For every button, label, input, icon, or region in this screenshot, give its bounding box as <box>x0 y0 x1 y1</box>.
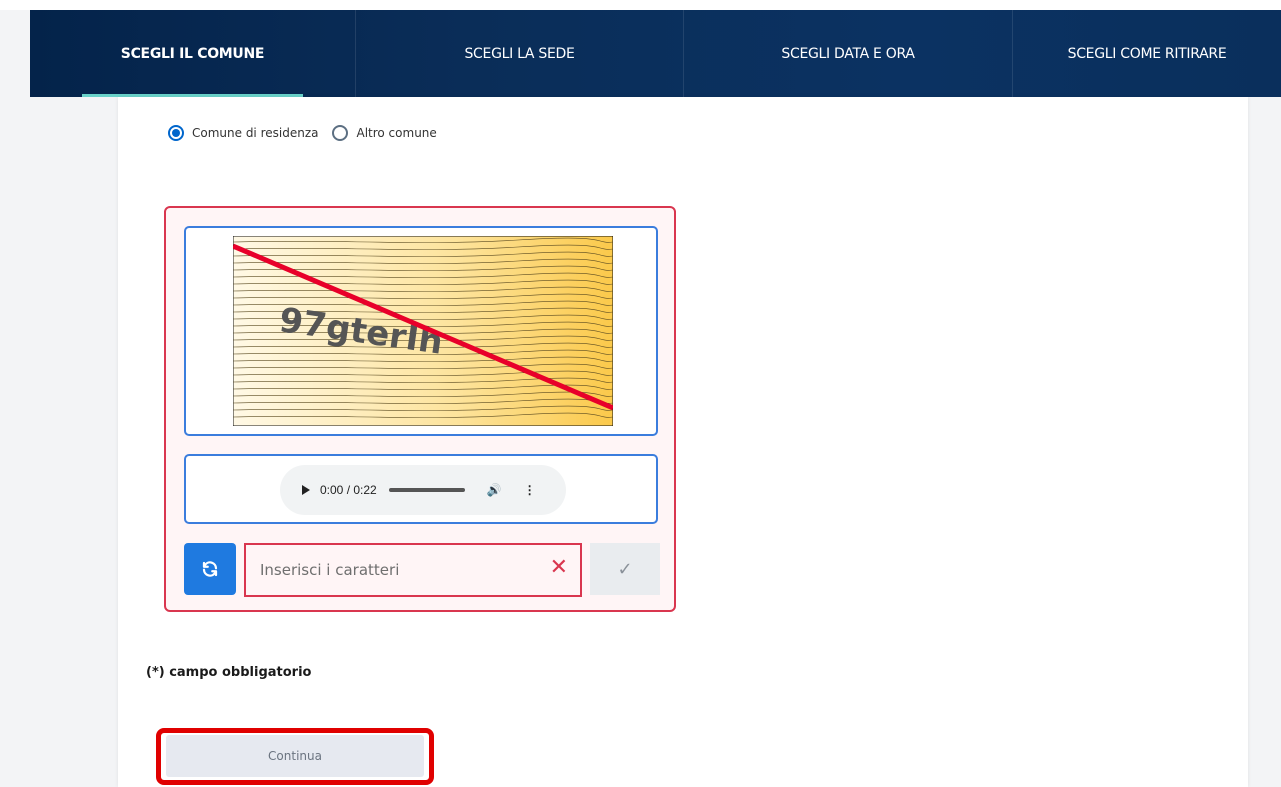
captcha-box: 97gterIh 0:00 / 0:22 🔊 ⋮ ✕ ✓ <box>164 206 676 612</box>
radio-altro-comune[interactable] <box>332 125 349 141</box>
radio-label-altro: Altro comune <box>356 126 437 140</box>
radio-comune-residenza[interactable] <box>168 125 184 141</box>
check-icon: ✓ <box>617 558 633 580</box>
continue-label: Continua <box>268 749 322 763</box>
continue-button[interactable]: Continua <box>166 735 424 777</box>
tab-scegli-data-ora[interactable]: SCEGLI DATA E ORA <box>684 10 1013 97</box>
comune-radio-group: Comune di residenza Altro comune <box>168 125 451 141</box>
refresh-captcha-button[interactable] <box>184 543 236 595</box>
tab-scegli-ritiro[interactable]: SCEGLI COME RITIRARE <box>1013 10 1281 97</box>
required-field-note: (*) campo obbligatorio <box>146 665 312 680</box>
tab-label: SCEGLI LA SEDE <box>464 45 575 62</box>
step-tabs: SCEGLI IL COMUNE SCEGLI LA SEDE SCEGLI D… <box>30 10 1281 97</box>
captcha-image-frame: 97gterIh <box>184 226 658 436</box>
refresh-icon <box>202 561 218 577</box>
more-options-icon[interactable]: ⋮ <box>524 483 536 497</box>
play-icon[interactable] <box>302 485 310 495</box>
tab-scegli-sede[interactable]: SCEGLI LA SEDE <box>356 10 684 97</box>
captcha-audio-frame: 0:00 / 0:22 🔊 ⋮ <box>184 454 658 524</box>
audio-progress[interactable] <box>388 488 465 492</box>
audio-time: 0:00 / 0:22 <box>320 483 377 497</box>
tab-scegli-comune[interactable]: SCEGLI IL COMUNE <box>30 10 356 97</box>
audio-player: 0:00 / 0:22 🔊 ⋮ <box>280 465 566 515</box>
confirm-captcha-button[interactable]: ✓ <box>590 543 660 595</box>
tab-label: SCEGLI IL COMUNE <box>120 45 265 62</box>
tab-label: SCEGLI COME RITIRARE <box>1067 45 1227 62</box>
volume-icon[interactable]: 🔊 <box>487 483 502 497</box>
form-card: Comune di residenza Altro comune 97gterI… <box>118 97 1248 787</box>
captcha-input[interactable] <box>258 560 542 580</box>
radio-label-residenza: Comune di residenza <box>192 126 319 140</box>
top-strip <box>0 0 1281 10</box>
captcha-image: 97gterIh <box>233 236 613 426</box>
captcha-input-wrap: ✕ <box>244 543 582 597</box>
tab-label: SCEGLI DATA E ORA <box>781 45 915 62</box>
close-icon[interactable]: ✕ <box>550 557 568 579</box>
